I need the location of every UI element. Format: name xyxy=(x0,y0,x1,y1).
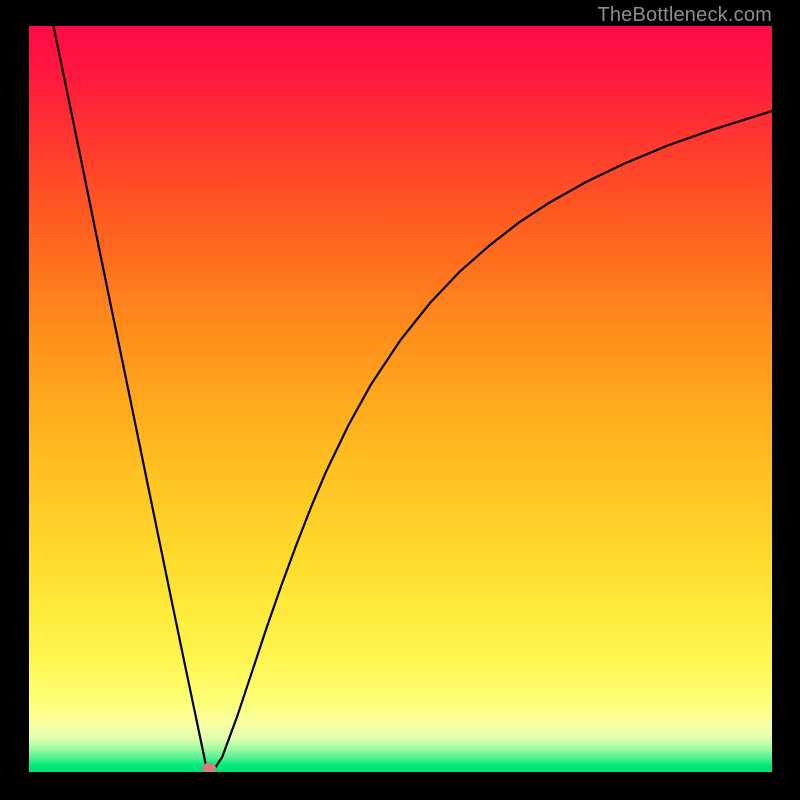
minimum-marker xyxy=(202,763,216,772)
curve-layer xyxy=(29,26,772,772)
chart-stage: TheBottleneck.com xyxy=(0,0,800,800)
curve-right-branch xyxy=(215,111,772,768)
curve-left-branch xyxy=(54,26,207,768)
watermark-text: TheBottleneck.com xyxy=(597,4,772,27)
plot-area xyxy=(29,26,772,772)
